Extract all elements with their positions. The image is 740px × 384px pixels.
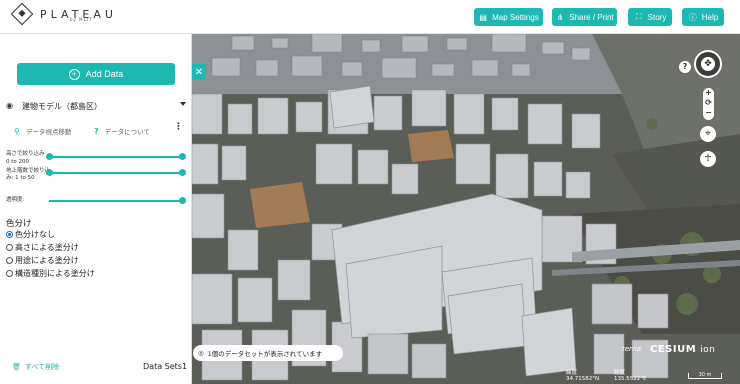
height-filter-label: 高さで絞り込み [6, 151, 45, 157]
latitude-value: 34.71582°N [566, 376, 600, 382]
color-option-none[interactable]: 色分けなし [6, 229, 55, 240]
radio-selected-icon [6, 231, 13, 238]
opacity-handle[interactable] [179, 197, 186, 204]
dataset-actions: ⚲ データ視点移動 ? データについて ⋮ [0, 123, 192, 138]
dataset-name: 建物モデル（都島区） [22, 102, 102, 111]
close-icon: ✕ [194, 66, 204, 78]
height-filter-track[interactable] [49, 156, 183, 158]
opacity-label: 透明度: [6, 197, 25, 203]
compass-control[interactable]: ✥ [694, 50, 722, 78]
about-data-button[interactable]: ? データについて [94, 126, 150, 137]
story-icon: ⛶ [635, 12, 642, 21]
map-settings-label: Map Settings [492, 12, 539, 22]
more-options-icon[interactable]: ⋮ [174, 123, 183, 132]
workbench-panel: + Add Data ◉ 建物モデル（都島区） ⚲ データ視点移動 ? データに… [0, 34, 192, 384]
about-data-label: データについて [104, 128, 150, 136]
floors-filter-track[interactable] [49, 172, 183, 174]
street-view-button[interactable]: ☥ [700, 151, 716, 167]
help-label: Help [701, 12, 719, 22]
cesium-ion-logo[interactable]: CESIUM ion [650, 344, 715, 355]
delete-all-button[interactable]: 🗑 すべて削除 [12, 362, 59, 372]
terria-logo[interactable]: terria [622, 345, 641, 353]
height-filter-max-handle[interactable] [179, 153, 186, 160]
story-label: Story [647, 12, 667, 22]
zoom-reset-icon[interactable]: ⟳ [703, 98, 714, 108]
longitude-value: 135.5522°E [614, 376, 647, 382]
floors-filter-min-handle[interactable] [46, 169, 53, 176]
color-option-label: 用途による塗分け [15, 256, 79, 265]
plateau-logo-icon [10, 2, 34, 26]
opacity-track[interactable] [49, 200, 183, 202]
crosshair-icon: ⌖ [705, 128, 711, 139]
color-option-label: 高さによる塗分け [15, 243, 79, 252]
cesium-label: CESIUM [650, 344, 697, 355]
map-help-icon[interactable]: ? [679, 61, 691, 73]
map-3d-view[interactable] [192, 34, 740, 384]
top-bar: PLATEAU by MLIT ▤ Map Settings ⋔ Share /… [0, 0, 740, 34]
dataset-count: Data Sets1 [143, 362, 187, 371]
radio-icon [6, 257, 13, 264]
city-3d-render [192, 34, 740, 384]
story-button[interactable]: ⛶ Story [628, 8, 672, 26]
eye-icon[interactable]: ◉ [6, 101, 13, 110]
datasets-label: Data Sets [143, 362, 182, 371]
zoom-control[interactable]: + ⟳ − [703, 88, 714, 120]
my-location-button[interactable]: ⌖ [700, 126, 716, 142]
location-pin-icon: ⚲ [14, 126, 20, 136]
color-section-title: 色分け [6, 219, 32, 229]
color-option-usage[interactable]: 用途による塗分け [6, 255, 79, 266]
height-filter-range: 0 to 200 [6, 159, 30, 165]
trash-icon: 🗑 [12, 363, 21, 371]
chevron-down-icon[interactable] [180, 102, 186, 106]
add-data-label: Add Data [85, 69, 124, 79]
layers-icon: ▤ [479, 12, 487, 22]
scale-bar: 30 m [688, 373, 722, 379]
dataset-item[interactable]: ◉ 建物モデル（都島区） [0, 98, 192, 114]
map-settings-button[interactable]: ▤ Map Settings [474, 8, 543, 26]
help-button[interactable]: ⓘ Help [682, 8, 724, 26]
height-filter-min-handle[interactable] [46, 153, 53, 160]
color-option-height[interactable]: 高さによる塗分け [6, 242, 79, 253]
floors-filter-max-handle[interactable] [179, 169, 186, 176]
question-icon: ? [94, 126, 99, 136]
broadcast-icon: ◎ [198, 349, 204, 357]
plateau-logo[interactable]: PLATEAU [10, 2, 117, 26]
add-data-button[interactable]: + Add Data [17, 63, 175, 85]
color-option-label: 構造種別による塗分け [15, 269, 95, 278]
longitude-readout: 経度 135.5522°E [614, 370, 646, 382]
share-icon: ⋔ [556, 12, 564, 22]
latitude-readout: 緯度 34.71582°N [566, 370, 599, 382]
share-print-button[interactable]: ⋔ Share / Print [552, 8, 617, 26]
color-option-label: 色分けなし [15, 230, 55, 239]
color-option-structure[interactable]: 構造種別による塗分け [6, 268, 95, 279]
ion-label: ion [700, 345, 716, 355]
status-text: 1個のデータセットが表示されています [207, 350, 323, 358]
plus-circle-icon: + [68, 68, 80, 80]
pan-cross-icon[interactable]: ✥ [701, 57, 715, 71]
zoom-out-icon[interactable]: − [703, 108, 714, 118]
goto-data-button[interactable]: ⚲ データ視点移動 [14, 126, 72, 137]
goto-data-label: データ視点移動 [25, 128, 72, 136]
datasets-count-value: 1 [181, 362, 188, 371]
zoom-in-icon[interactable]: + [703, 88, 714, 98]
help-icon: ⓘ [688, 12, 697, 22]
share-print-label: Share / Print [569, 12, 614, 22]
person-icon: ☥ [704, 153, 712, 164]
delete-all-label: すべて削除 [24, 363, 60, 371]
logo-subtitle: by MLIT [70, 17, 93, 22]
radio-icon [6, 270, 13, 277]
close-panel-button[interactable]: ✕ [192, 64, 206, 80]
radio-icon [6, 244, 13, 251]
dataset-status-pill: ◎ 1個のデータセットが表示されています [193, 345, 343, 361]
